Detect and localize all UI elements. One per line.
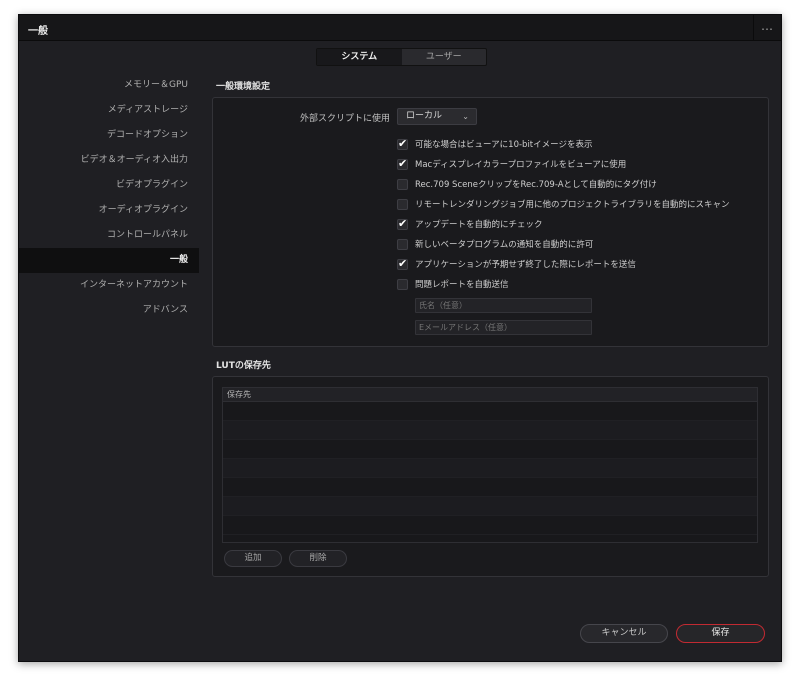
checkbox[interactable]: ✔ — [397, 216, 408, 230]
lut-location-table[interactable]: 保存先 — [222, 387, 758, 543]
checkbox[interactable] — [397, 278, 408, 290]
chevron-down-icon: ⌄ — [462, 112, 469, 121]
more-options-icon[interactable]: … — [753, 15, 781, 40]
checkbox-label: Rec.709 SceneクリップをRec.709-Aとして自動的にタグ付け — [415, 180, 657, 190]
checkbox[interactable] — [397, 178, 408, 190]
checkbox[interactable] — [397, 238, 408, 250]
checkbox[interactable] — [397, 198, 408, 210]
settings-tabs: システム ユーザー — [316, 48, 487, 66]
checkbox-row[interactable]: リモートレンダリングジョブ用に他のプロジェクトライブラリを自動的にスキャン — [397, 197, 730, 211]
preferences-window: 一般 … システム ユーザー メモリー＆GPU メディアストレージ デコードオプ… — [18, 14, 782, 662]
sidebar-item-video-plugins[interactable]: ビデオプラグイン — [19, 173, 199, 198]
checkbox-row[interactable]: Rec.709 SceneクリップをRec.709-Aとして自動的にタグ付け — [397, 177, 657, 191]
sidebar-item-control-panels[interactable]: コントロールパネル — [19, 223, 199, 248]
checkbox-label: 問題レポートを自動送信 — [415, 280, 509, 290]
save-button[interactable]: 保存 — [676, 624, 765, 643]
table-row[interactable] — [223, 497, 757, 516]
checkmark-icon: ✔ — [398, 136, 408, 150]
checkbox[interactable]: ✔ — [397, 256, 408, 270]
delete-button[interactable]: 削除 — [289, 550, 347, 567]
sidebar-item-video-audio-io[interactable]: ビデオ＆オーディオ入出力 — [19, 148, 199, 173]
checkbox-row[interactable]: ✔ Macディスプレイカラープロファイルをビューアに使用 — [397, 157, 626, 171]
table-row[interactable] — [223, 478, 757, 497]
table-row[interactable] — [223, 459, 757, 478]
email-field[interactable] — [415, 320, 592, 335]
checkbox[interactable]: ✔ — [397, 156, 408, 170]
checkbox-label: アップデートを自動的にチェック — [415, 220, 543, 230]
checkbox-row[interactable]: 新しいベータプログラムの通知を自動的に許可 — [397, 237, 593, 251]
checkbox[interactable]: ✔ — [397, 136, 408, 150]
name-field[interactable] — [415, 298, 592, 313]
cancel-button[interactable]: キャンセル — [580, 624, 668, 643]
sidebar-item-audio-plugins[interactable]: オーディオプラグイン — [19, 198, 199, 223]
sidebar-item-advanced[interactable]: アドバンス — [19, 298, 199, 323]
external-script-label: 外部スクリプトに使用 — [300, 114, 391, 124]
external-script-value: ローカル — [406, 111, 443, 121]
window-title: 一般 — [28, 26, 48, 37]
tab-system[interactable]: システム — [317, 49, 402, 65]
general-section-title: 一般環境設定 — [216, 82, 271, 92]
table-row[interactable] — [223, 440, 757, 459]
external-script-select[interactable]: ローカル ⌄ — [397, 108, 477, 125]
sidebar-item-decode-options[interactable]: デコードオプション — [19, 123, 199, 148]
table-row[interactable] — [223, 516, 757, 535]
lut-section-title: LUTの保存先 — [216, 361, 271, 371]
tab-user[interactable]: ユーザー — [402, 49, 487, 65]
checkbox-row[interactable]: ✔ 可能な場合はビューアに10-bitイメージを表示 — [397, 137, 592, 151]
checkmark-icon: ✔ — [398, 156, 408, 170]
checkbox-label: リモートレンダリングジョブ用に他のプロジェクトライブラリを自動的にスキャン — [415, 200, 730, 210]
checkmark-icon: ✔ — [398, 256, 408, 270]
add-button[interactable]: 追加 — [224, 550, 282, 567]
checkbox-label: Macディスプレイカラープロファイルをビューアに使用 — [415, 160, 627, 170]
checkbox-label: 可能な場合はビューアに10-bitイメージを表示 — [415, 140, 593, 150]
sidebar-item-memory-gpu[interactable]: メモリー＆GPU — [19, 73, 199, 98]
sidebar: メモリー＆GPU メディアストレージ デコードオプション ビデオ＆オーディオ入出… — [19, 73, 199, 323]
title-bar: 一般 … — [19, 15, 781, 41]
checkbox-label: アプリケーションが予期せず終了した際にレポートを送信 — [415, 260, 636, 270]
checkbox-row[interactable]: 問題レポートを自動送信 — [397, 277, 509, 291]
table-row[interactable] — [223, 402, 757, 421]
checkbox-row[interactable]: ✔ アップデートを自動的にチェック — [397, 217, 543, 231]
table-header-location: 保存先 — [223, 388, 757, 402]
sidebar-item-media-storage[interactable]: メディアストレージ — [19, 98, 199, 123]
sidebar-item-internet-accounts[interactable]: インターネットアカウント — [19, 273, 199, 298]
checkmark-icon: ✔ — [398, 216, 408, 230]
checkbox-row[interactable]: ✔ アプリケーションが予期せず終了した際にレポートを送信 — [397, 257, 636, 271]
checkbox-label: 新しいベータプログラムの通知を自動的に許可 — [415, 240, 594, 250]
table-row[interactable] — [223, 421, 757, 440]
sidebar-item-general[interactable]: 一般 — [19, 248, 199, 273]
